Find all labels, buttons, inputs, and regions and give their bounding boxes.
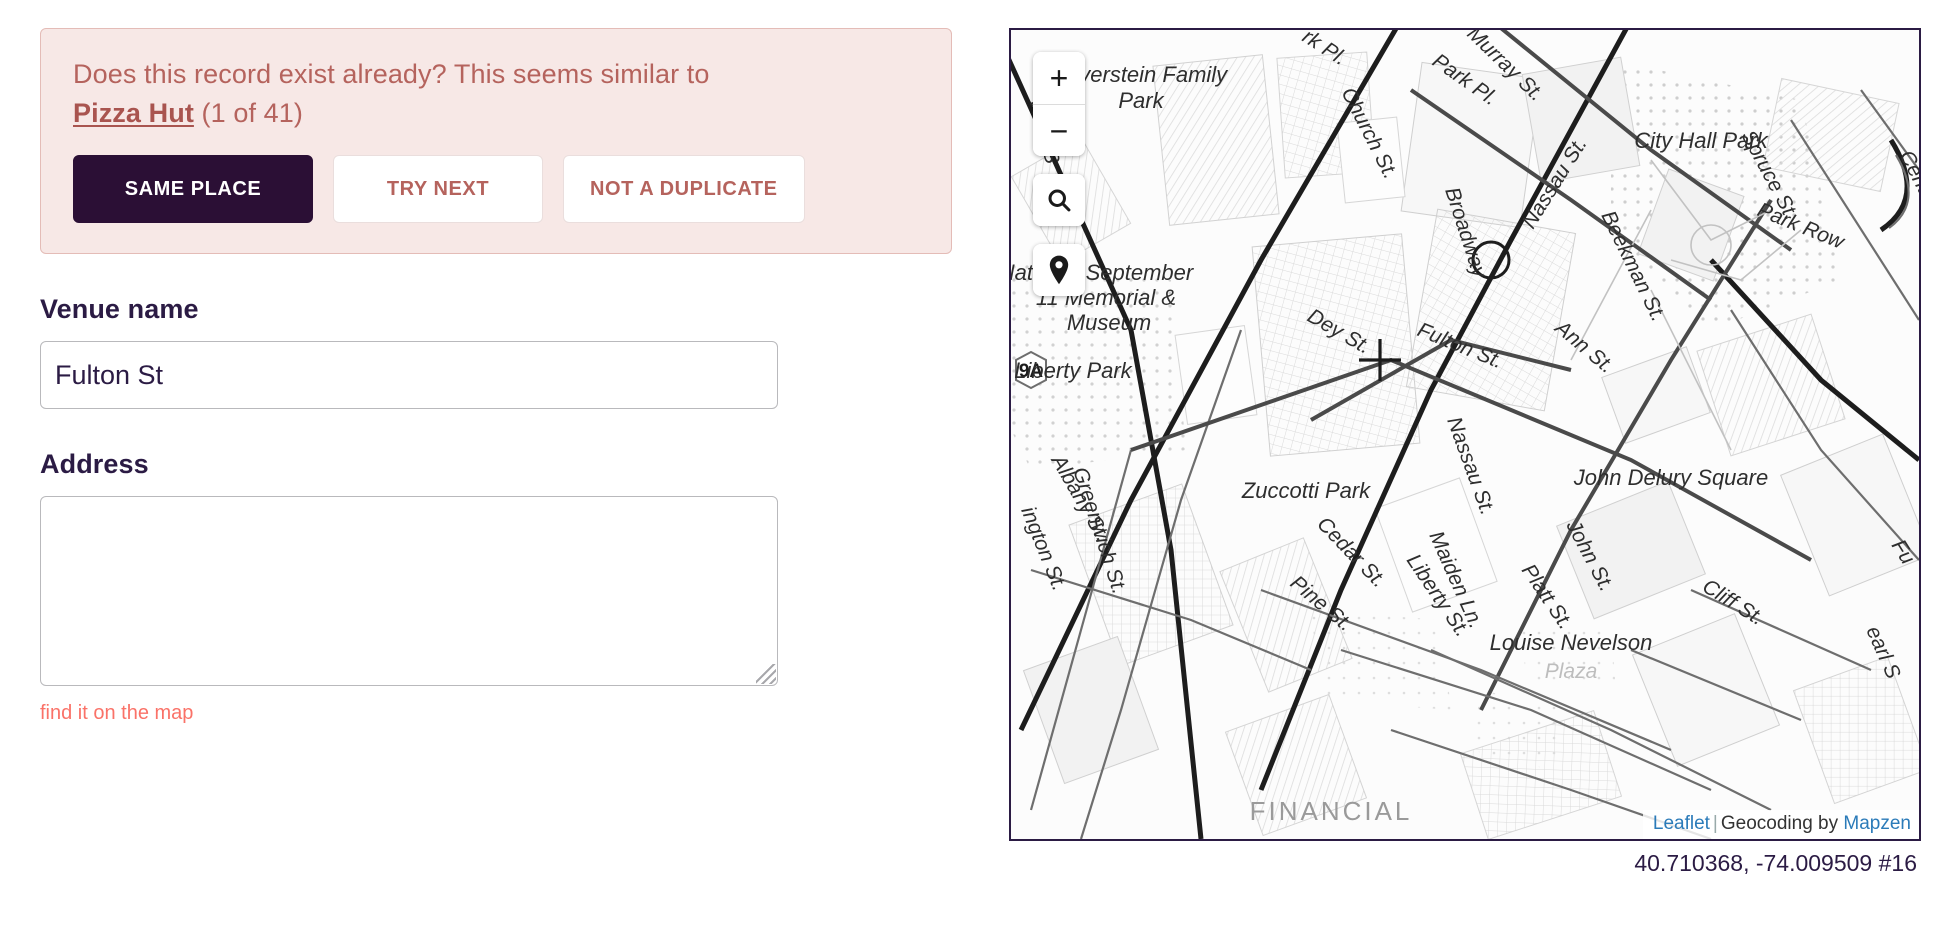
map-controls: + −: [1033, 52, 1085, 296]
try-next-button[interactable]: TRY NEXT: [333, 155, 543, 224]
svg-text:Plaza: Plaza: [1545, 660, 1598, 683]
svg-text:Louise Nevelson: Louise Nevelson: [1490, 630, 1653, 655]
map-attribution: Leaflet | Geocoding by Mapzen: [1642, 810, 1919, 839]
venue-name-input[interactable]: [40, 341, 778, 410]
map-canvas[interactable]: 9A West S Silverstein Family Park Church…: [1011, 30, 1919, 839]
search-icon[interactable]: [1033, 174, 1085, 226]
zoom-control-group: + −: [1033, 52, 1085, 156]
venue-name-field-group: Venue name: [40, 294, 960, 410]
geocoding-label: Geocoding by: [1720, 813, 1839, 834]
svg-text:Zuccotti Park: Zuccotti Park: [1241, 478, 1371, 503]
svg-text:Park: Park: [1118, 88, 1164, 113]
address-textarea-wrap: [40, 496, 778, 687]
attribution-separator: |: [1712, 813, 1718, 834]
venue-name-label: Venue name: [40, 294, 199, 325]
duplicate-match-link[interactable]: Pizza Hut: [73, 98, 194, 128]
find-it-on-the-map-link[interactable]: find it on the map: [40, 702, 193, 725]
address-field-group: Address find it on the map: [40, 449, 960, 725]
app-root: Does this record exist already? This see…: [0, 0, 1938, 928]
form-column: Does this record exist already? This see…: [40, 28, 960, 725]
address-label: Address: [40, 449, 149, 480]
mapzen-link[interactable]: Mapzen: [1843, 813, 1911, 834]
zoom-out-button[interactable]: −: [1033, 104, 1085, 156]
not-a-duplicate-button[interactable]: NOT A DUPLICATE: [563, 155, 805, 224]
svg-text:Liberty Park: Liberty Park: [1014, 358, 1132, 383]
duplicate-question: Does this record exist already? This see…: [73, 59, 710, 89]
duplicate-match-count: (1 of 41): [201, 98, 303, 129]
duplicate-alert-message: Does this record exist already? This see…: [73, 55, 919, 133]
svg-text:FINANCIAL: FINANCIAL: [1250, 796, 1413, 826]
leaflet-link[interactable]: Leaflet: [1653, 813, 1710, 834]
duplicate-action-buttons: SAME PLACE TRY NEXT NOT A DUPLICATE: [73, 155, 919, 224]
map-panel[interactable]: 9A West S Silverstein Family Park Church…: [1009, 28, 1921, 841]
map-tiles: 9A West S Silverstein Family Park Church…: [1011, 30, 1919, 839]
marker-icon[interactable]: [1033, 244, 1085, 296]
zoom-in-button[interactable]: +: [1033, 52, 1085, 104]
svg-text:John Delury Square: John Delury Square: [1573, 465, 1768, 490]
map-locate-group: [1033, 244, 1085, 296]
address-textarea[interactable]: [40, 496, 778, 687]
map-search-group: [1033, 174, 1085, 226]
same-place-button[interactable]: SAME PLACE: [73, 155, 313, 224]
svg-text:Museum: Museum: [1067, 310, 1151, 335]
map-coordinates-readout: 40.710368, -74.009509 #16: [1634, 850, 1917, 876]
duplicate-alert: Does this record exist already? This see…: [40, 28, 952, 255]
